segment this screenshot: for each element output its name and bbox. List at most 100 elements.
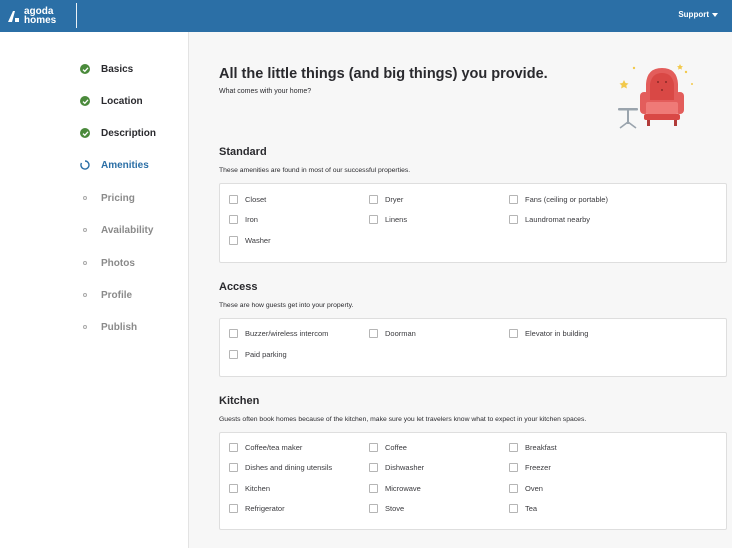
step-basics[interactable]: Basics <box>80 62 133 76</box>
amenity-checkbox-freezer[interactable]: Freezer <box>509 463 551 472</box>
amenity-checkbox-fans[interactable]: Fans (ceiling or portable) <box>509 195 608 204</box>
step-label: Pricing <box>101 192 135 204</box>
pending-dot-icon <box>83 293 87 297</box>
support-menu-button[interactable]: Support <box>678 10 718 19</box>
support-label: Support <box>678 10 709 19</box>
steps-sidebar: Basics Location Description Amenities Pr… <box>0 32 189 548</box>
checkbox[interactable] <box>369 215 378 224</box>
checkbox[interactable] <box>369 443 378 452</box>
check-icon <box>80 96 90 106</box>
checkbox[interactable] <box>509 215 518 224</box>
step-description[interactable]: Description <box>80 126 156 140</box>
checkbox-label: Buzzer/wireless intercom <box>245 329 329 338</box>
amenity-checkbox-refrigerator[interactable]: Refrigerator <box>229 504 285 513</box>
amenity-checkbox-dishes[interactable]: Dishes and dining utensils <box>229 463 332 472</box>
checkbox-label: Breakfast <box>525 443 557 452</box>
checkbox[interactable] <box>369 195 378 204</box>
checkbox[interactable] <box>229 195 238 204</box>
checkbox[interactable] <box>509 484 518 493</box>
step-label: Availability <box>101 224 154 236</box>
checkbox-label: Tea <box>525 504 538 513</box>
pending-dot-icon <box>83 261 87 265</box>
checkbox[interactable] <box>509 329 518 338</box>
checkbox-label: Kitchen <box>245 484 271 493</box>
amenity-checkbox-oven[interactable]: Oven <box>509 484 543 493</box>
step-amenities[interactable]: Amenities <box>80 158 149 172</box>
checkbox[interactable] <box>509 504 518 513</box>
amenity-checkbox-closet[interactable]: Closet <box>229 195 266 204</box>
checkbox-label: Elevator in building <box>525 329 589 338</box>
checkbox[interactable] <box>229 504 238 513</box>
checkbox-label: Coffee <box>385 443 407 452</box>
checkbox[interactable] <box>369 463 378 472</box>
step-availability[interactable]: Availability <box>80 223 153 237</box>
amenity-checkbox-stove[interactable]: Stove <box>369 504 404 513</box>
pending-dot-icon <box>83 325 87 329</box>
checkbox-label: Linens <box>385 215 408 224</box>
top-bar: agoda homes Support <box>0 0 732 32</box>
amenity-checkbox-coffee-tea-maker[interactable]: Coffee/tea maker <box>229 443 302 452</box>
access-amenities-card: Buzzer/wireless intercom Doorman Elevato… <box>219 318 727 377</box>
checkbox-label: Dryer <box>385 195 404 204</box>
checkbox[interactable] <box>369 504 378 513</box>
checkbox[interactable] <box>229 329 238 338</box>
access-section-title: Access <box>219 281 258 293</box>
step-pricing[interactable]: Pricing <box>80 191 135 205</box>
checkbox-label: Oven <box>525 484 543 493</box>
checkbox-label: Closet <box>245 195 267 204</box>
standard-section-description: These amenities are found in most of our… <box>219 167 411 174</box>
armchair-illustration-icon <box>618 64 693 129</box>
amenity-checkbox-linens[interactable]: Linens <box>369 215 407 224</box>
step-photos[interactable]: Photos <box>80 256 135 270</box>
checkbox[interactable] <box>509 443 518 452</box>
checkbox[interactable] <box>229 484 238 493</box>
step-location[interactable]: Location <box>80 94 143 108</box>
amenity-checkbox-dryer[interactable]: Dryer <box>369 195 403 204</box>
checkbox[interactable] <box>229 443 238 452</box>
pending-dot-icon <box>83 228 87 232</box>
amenity-checkbox-iron[interactable]: Iron <box>229 215 258 224</box>
amenity-checkbox-washer[interactable]: Washer <box>229 236 271 245</box>
checkbox[interactable] <box>509 195 518 204</box>
amenity-checkbox-paid-parking[interactable]: Paid parking <box>229 350 287 359</box>
amenity-checkbox-elevator[interactable]: Elevator in building <box>509 329 588 338</box>
step-label: Location <box>101 95 143 107</box>
checkbox-label: Doorman <box>385 329 416 338</box>
checkbox-label: Dishes and dining utensils <box>245 463 333 472</box>
agoda-logo-icon <box>8 11 19 22</box>
amenity-checkbox-doorman[interactable]: Doorman <box>369 329 416 338</box>
checkbox[interactable] <box>229 350 238 359</box>
step-label: Publish <box>101 321 138 333</box>
logo-text: agoda homes <box>24 7 56 26</box>
amenity-checkbox-dishwasher[interactable]: Dishwasher <box>369 463 424 472</box>
standard-section-title: Standard <box>219 146 267 158</box>
step-label: Basics <box>101 63 134 75</box>
amenity-checkbox-laundromat[interactable]: Laundromat nearby <box>509 215 590 224</box>
step-publish[interactable]: Publish <box>80 320 137 334</box>
amenity-checkbox-buzzer[interactable]: Buzzer/wireless intercom <box>229 329 328 338</box>
amenity-checkbox-breakfast[interactable]: Breakfast <box>509 443 557 452</box>
step-profile[interactable]: Profile <box>80 288 132 302</box>
kitchen-amenities-card: Coffee/tea maker Coffee Breakfast Dishes… <box>219 432 727 530</box>
checkbox[interactable] <box>369 484 378 493</box>
chevron-down-icon <box>712 12 718 17</box>
checkbox-label: Coffee/tea maker <box>245 443 303 452</box>
checkbox[interactable] <box>369 329 378 338</box>
pending-dot-icon <box>83 196 87 200</box>
checkbox-label: Stove <box>385 504 405 513</box>
page-title: All the little things (and big things) y… <box>219 66 548 82</box>
checkbox-label: Washer <box>245 236 271 245</box>
amenity-checkbox-kitchen[interactable]: Kitchen <box>229 484 270 493</box>
checkbox[interactable] <box>509 463 518 472</box>
amenity-checkbox-coffee[interactable]: Coffee <box>369 443 407 452</box>
kitchen-section-title: Kitchen <box>219 395 260 407</box>
agoda-homes-logo[interactable]: agoda homes <box>6 5 56 27</box>
checkbox[interactable] <box>229 463 238 472</box>
standard-amenities-card: Closet Dryer Fans (ceiling or portable) … <box>219 183 727 263</box>
amenity-checkbox-microwave[interactable]: Microwave <box>369 484 421 493</box>
checkbox[interactable] <box>229 215 238 224</box>
amenity-checkbox-tea[interactable]: Tea <box>509 504 537 513</box>
checkbox[interactable] <box>229 236 238 245</box>
checkbox-label: Refrigerator <box>245 504 285 513</box>
checkbox-label: Fans (ceiling or portable) <box>525 195 608 204</box>
